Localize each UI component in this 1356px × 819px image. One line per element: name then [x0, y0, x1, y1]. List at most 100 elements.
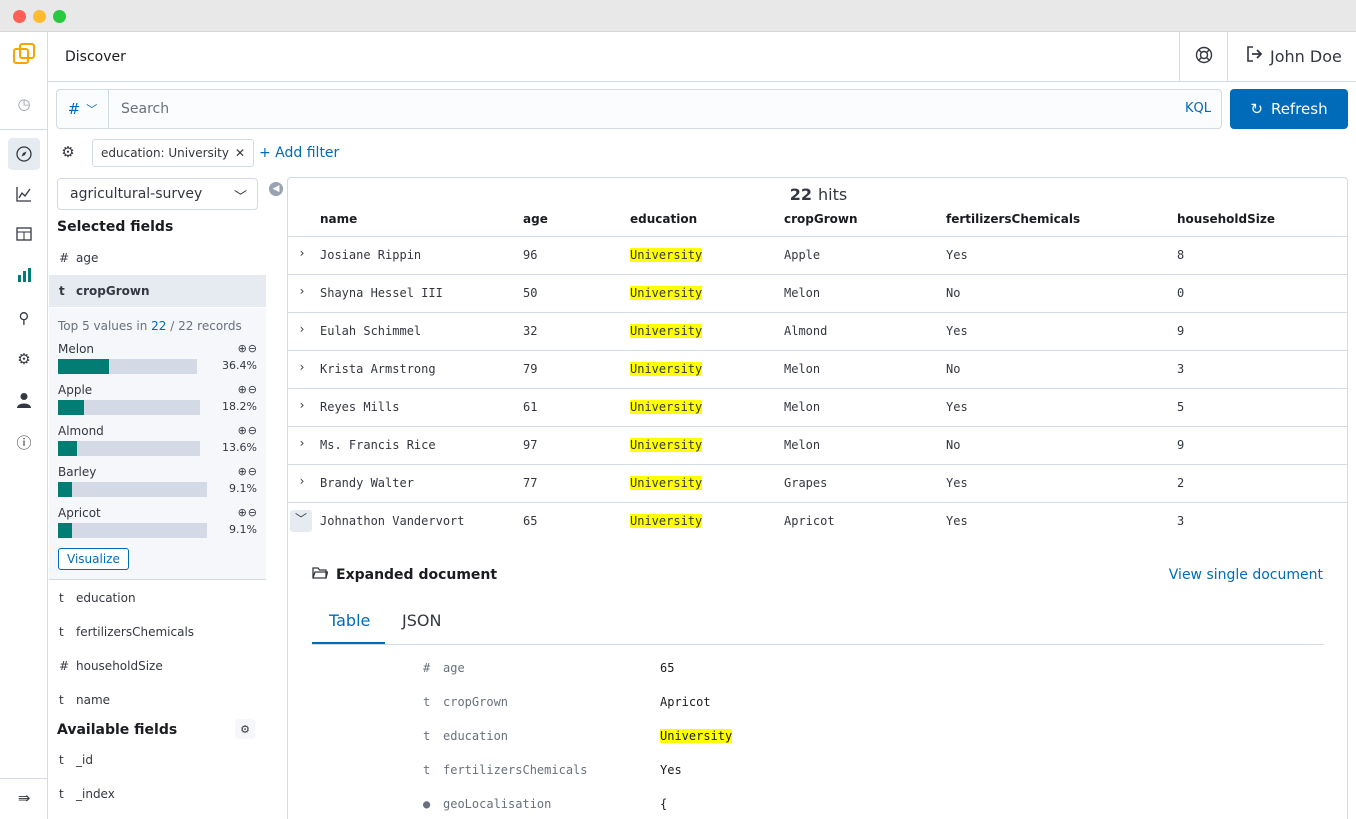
- cell-education: University: [630, 514, 703, 528]
- zoom-out-icon[interactable]: ⊖: [248, 342, 258, 355]
- zoom-out-icon[interactable]: ⊖: [248, 424, 258, 437]
- zoom-in-icon[interactable]: ⊕: [238, 383, 248, 396]
- info-icon[interactable]: ⓘ: [12, 430, 36, 454]
- field-item-fertilizerschemicals[interactable]: t fertilizersChemicals: [49, 616, 266, 648]
- top-value-bucket: Apricot ⊕⊖ 9.1%: [58, 506, 258, 546]
- user-icon[interactable]: [12, 388, 36, 412]
- zoom-in-icon[interactable]: ⊕: [238, 342, 248, 355]
- bucket-value: Melon: [58, 342, 95, 356]
- table-row[interactable]: › Ms. Francis Rice 97 University Melon No 9: [288, 426, 1347, 464]
- close-window-button[interactable]: [13, 10, 26, 23]
- chevron-right-icon[interactable]: ›: [294, 284, 310, 302]
- discover-compass-icon[interactable]: [8, 138, 40, 170]
- field-name: _id: [76, 753, 93, 767]
- add-filter-link[interactable]: + Add filter: [259, 145, 339, 161]
- user-name: John Doe: [1270, 46, 1342, 66]
- table-row[interactable]: › Krista Armstrong 79 University Melon No 3: [288, 350, 1347, 388]
- table-row[interactable]: › Shayna Hessel III 50 University Melon No 0: [288, 274, 1347, 312]
- field-item-householdsize[interactable]: # householdSize: [49, 650, 266, 682]
- refresh-icon: ↻: [1250, 100, 1263, 118]
- zoom-out-icon[interactable]: ⊖: [248, 383, 258, 396]
- bar-chart-icon[interactable]: [12, 263, 36, 287]
- field-item-name[interactable]: t name: [49, 684, 266, 716]
- app-logo-icon[interactable]: [12, 42, 36, 66]
- chevron-right-icon[interactable]: ›: [294, 246, 310, 264]
- column-header-householdsize[interactable]: householdSize: [1177, 212, 1275, 226]
- maximize-window-button[interactable]: [53, 10, 66, 23]
- close-icon[interactable]: ✕: [235, 146, 245, 160]
- filter-pill[interactable]: education: University ✕: [92, 139, 254, 167]
- chevron-right-icon[interactable]: ›: [294, 474, 310, 492]
- refresh-button[interactable]: ↻ Refresh: [1230, 89, 1348, 129]
- zoom-in-icon[interactable]: ⊕: [238, 465, 248, 478]
- chevron-down-icon[interactable]: ﹀: [290, 510, 312, 532]
- collapse-sidebar-icon[interactable]: ◀: [269, 182, 283, 196]
- field-item-index[interactable]: t _index: [49, 778, 266, 810]
- user-menu[interactable]: John Doe: [1246, 46, 1342, 66]
- chevron-right-icon[interactable]: ›: [294, 436, 310, 454]
- available-fields-heading: Available fields: [57, 722, 178, 738]
- table-row[interactable]: › Brandy Walter 77 University Grapes Yes 2: [288, 464, 1347, 502]
- field-item-age[interactable]: # age: [49, 242, 266, 274]
- zoom-out-icon[interactable]: ⊖: [248, 465, 258, 478]
- doc-field-key: fertilizersChemicals: [443, 763, 588, 777]
- column-header-education[interactable]: education: [630, 212, 697, 226]
- table-row[interactable]: ﹀ Johnathon Vandervort 65 University Apricot…: [288, 502, 1347, 540]
- field-item-cropgrown[interactable]: t cropGrown: [49, 275, 266, 307]
- dashboard-icon[interactable]: [12, 222, 36, 246]
- string-type-icon: t: [59, 284, 65, 298]
- cell-fertilizerschemicals: Yes: [946, 324, 968, 338]
- column-header-age[interactable]: age: [523, 212, 548, 226]
- cell-fertilizerschemicals: Yes: [946, 476, 968, 490]
- dev-tools-icon[interactable]: ⚲: [12, 306, 36, 330]
- number-type-icon: #: [59, 251, 70, 265]
- index-pattern-select[interactable]: agricultural-survey ﹀: [57, 178, 258, 210]
- globe-icon: ●: [423, 797, 431, 811]
- query-type-toggle[interactable]: # ﹀: [57, 90, 109, 128]
- view-single-document-link[interactable]: View single document: [1169, 567, 1323, 583]
- kql-language-toggle[interactable]: KQL: [1185, 101, 1211, 116]
- bucket-filter-zoom-icons[interactable]: ⊕⊖: [238, 465, 258, 478]
- expand-nav-icon[interactable]: ⇛: [12, 786, 36, 810]
- chevron-right-icon[interactable]: ›: [294, 322, 310, 340]
- cell-age: 61: [523, 400, 538, 414]
- visualize-button[interactable]: Visualize: [58, 548, 129, 570]
- tab-json[interactable]: JSON: [402, 611, 441, 630]
- bucket-filter-zoom-icons[interactable]: ⊕⊖: [238, 424, 258, 437]
- table-row[interactable]: › Eulah Schimmel 32 University Almond Yes 9: [288, 312, 1347, 350]
- zoom-in-icon[interactable]: ⊕: [238, 424, 248, 437]
- column-header-fertilizerschemicals[interactable]: fertilizersChemicals: [946, 212, 1080, 226]
- bucket-value: Apricot: [58, 506, 101, 520]
- bucket-filter-zoom-icons[interactable]: ⊕⊖: [238, 383, 258, 396]
- active-tab-indicator: [312, 642, 385, 644]
- hits-count: 22 hits: [789, 185, 848, 204]
- search-input[interactable]: [109, 90, 1169, 128]
- records-count-link[interactable]: 22: [151, 319, 166, 333]
- visualize-chart-icon[interactable]: [12, 182, 36, 206]
- column-header-cropgrown[interactable]: cropGrown: [784, 212, 858, 226]
- minimize-window-button[interactable]: [33, 10, 46, 23]
- table-row[interactable]: › Reyes Mills 61 University Melon Yes 5: [288, 388, 1347, 426]
- doc-field-key: geoLocalisation: [443, 797, 552, 811]
- cell-householdsize: 2: [1177, 476, 1185, 490]
- field-item-education[interactable]: t education: [49, 582, 266, 614]
- chevron-right-icon[interactable]: ›: [294, 360, 310, 378]
- available-fields-gear-icon[interactable]: ⚙: [235, 719, 255, 739]
- cell-householdsize: 3: [1177, 514, 1185, 528]
- settings-gear-icon[interactable]: ⚙: [12, 347, 36, 371]
- recent-clock-icon[interactable]: ◷: [12, 92, 36, 116]
- column-header-name[interactable]: name: [320, 212, 357, 226]
- string-type-icon: t: [59, 753, 64, 767]
- field-name: name: [76, 693, 111, 707]
- table-row[interactable]: › Josiane Rippin 96 University Apple Yes 8: [288, 236, 1347, 274]
- chevron-right-icon[interactable]: ›: [294, 398, 310, 416]
- tab-table[interactable]: Table: [329, 611, 370, 630]
- field-type-icon: t: [423, 729, 431, 743]
- bucket-filter-zoom-icons[interactable]: ⊕⊖: [238, 506, 258, 519]
- zoom-out-icon[interactable]: ⊖: [248, 506, 258, 519]
- field-item-id[interactable]: t _id: [49, 744, 266, 776]
- bucket-filter-zoom-icons[interactable]: ⊕⊖: [238, 342, 258, 355]
- zoom-in-icon[interactable]: ⊕: [238, 506, 248, 519]
- help-lifebuoy-icon[interactable]: [1194, 46, 1214, 66]
- filter-options-gear-icon[interactable]: ⚙: [58, 143, 78, 163]
